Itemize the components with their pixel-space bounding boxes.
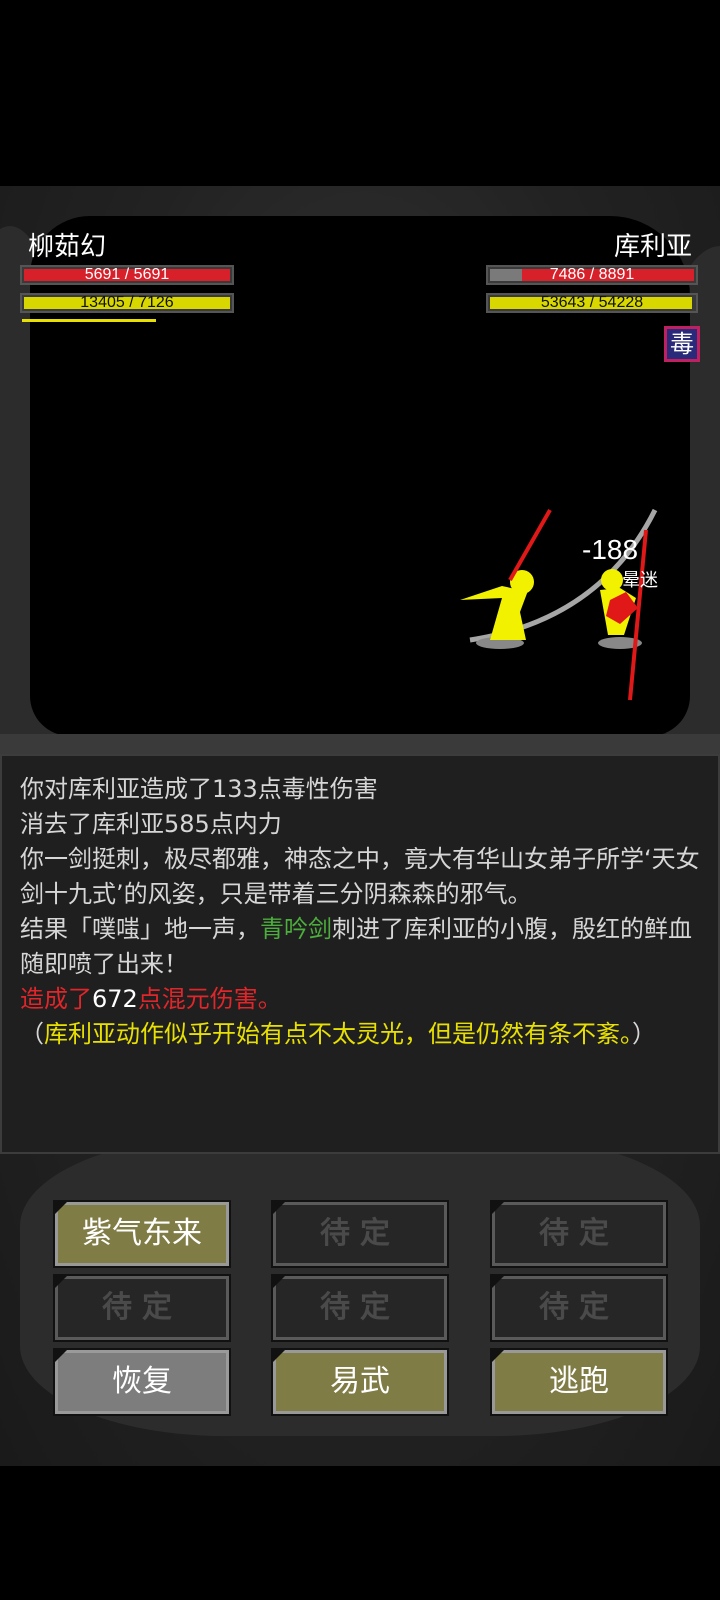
skill-button-3[interactable]: 待定 [490, 1200, 668, 1268]
enemy-hp-bar: 7486 / 8891 [486, 265, 698, 285]
log-line: 你一剑挺刺，极尽都雅，神态之中，竟大有华山女弟子所学‘天女剑十九式’的风姿，只是… [2, 842, 718, 912]
enemy-mp-bar: 53643 / 54228 [486, 293, 698, 313]
log-segment: 结果「噗嗤」地一声， [20, 915, 260, 943]
enemy-name: 库利亚 [613, 232, 692, 262]
log-segment: 青吟剑 [260, 915, 332, 943]
damage-number: -188 [582, 534, 639, 565]
skill-button-5[interactable]: 待定 [271, 1274, 449, 1342]
log-line: 造成了672点混元伤害。 [2, 982, 718, 1017]
log-lines: 你对库利亚造成了133点毒性伤害 消去了库利亚585点内力你一剑挺刺，极尽都雅，神… [2, 772, 718, 1052]
log-clipped-line [2, 756, 718, 772]
log-segment: 你一剑挺刺，极尽都雅，神态之中，竟大有华山女弟子所学‘天女剑十九式’的风姿，只是… [20, 845, 700, 908]
player-energy-line [22, 319, 156, 322]
skill-button-2[interactable]: 待定 [271, 1200, 449, 1268]
flee-button[interactable]: 逃跑 [490, 1348, 668, 1416]
skill-button-1[interactable]: 紫气东来 [53, 1200, 231, 1268]
log-segment: （ [20, 1020, 44, 1048]
log-segment: 库利亚动作似乎开始有点不太灵光，但是仍然有条不紊。 [44, 1020, 632, 1048]
fighters-sprite [460, 508, 658, 701]
poison-status-icon[interactable]: 毒 [664, 326, 700, 362]
player-name: 柳茹幻 [28, 232, 107, 262]
player-sword [508, 509, 552, 581]
log-segment: 造成了 [20, 985, 92, 1013]
log-segment: 点混元伤害。 [137, 985, 282, 1013]
stun-status-text: 晕迷 [622, 570, 658, 591]
log-line: 消去了库利亚585点内力 [2, 807, 718, 842]
enemy-head [601, 569, 623, 591]
restore-button[interactable]: 恢复 [53, 1348, 231, 1416]
switch-weapon-button[interactable]: 易武 [271, 1348, 449, 1416]
skill-button-4[interactable]: 待定 [53, 1274, 231, 1342]
combat-log[interactable]: 你对库利亚造成了133点毒性伤害 消去了库利亚585点内力你一剑挺刺，极尽都雅，神… [0, 754, 720, 1154]
player-mp-text: 13405 / 7126 [80, 294, 174, 311]
log-segment: 消去了库利亚585点内力 [20, 810, 282, 838]
player-hp-text: 5691 / 5691 [84, 266, 170, 283]
log-line: 你对库利亚造成了133点毒性伤害 [2, 772, 718, 807]
enemy-hp-text: 7486 / 8891 [549, 266, 635, 283]
player-mp-bar: 13405 / 7126 [20, 293, 234, 313]
log-segment: 你对库利亚造成了133点毒性伤害 [20, 775, 378, 803]
log-line: 结果「噗嗤」地一声，青吟剑刺进了库利亚的小腹，殷红的鲜血随即喷了出来！ [2, 912, 718, 982]
log-segment: 672 [92, 985, 138, 1013]
player-hp-bar: 5691 / 5691 [20, 265, 234, 285]
player-body [460, 580, 532, 640]
log-line: （库利亚动作似乎开始有点不太灵光，但是仍然有条不紊。） [2, 1017, 718, 1052]
skill-button-6[interactable]: 待定 [490, 1274, 668, 1342]
enemy-mp-text: 53643 / 54228 [540, 294, 644, 311]
log-segment: ） [632, 1020, 656, 1048]
